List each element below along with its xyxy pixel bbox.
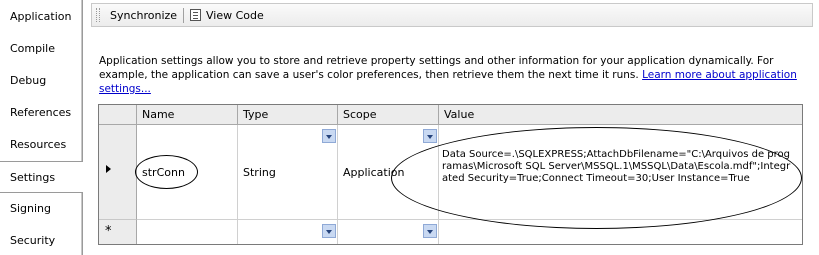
tab-settings[interactable]: Settings <box>0 161 83 193</box>
setting-name: strConn <box>142 166 185 179</box>
current-row-arrow-icon <box>106 165 111 173</box>
tab-resources[interactable]: Resources <box>0 129 82 161</box>
setting-scope: Application <box>343 166 405 179</box>
new-scope-dropdown-button[interactable] <box>423 224 437 238</box>
grid-corner <box>99 105 137 125</box>
tab-references[interactable]: References <box>0 97 82 129</box>
setting-value: Data Source=.\SQLEXPRESS;AttachDbFilenam… <box>442 149 791 184</box>
new-type-dropdown-button[interactable] <box>322 224 336 238</box>
toolbar-grip[interactable] <box>96 8 100 22</box>
new-type-cell[interactable] <box>238 220 338 244</box>
tab-debug[interactable]: Debug <box>0 65 82 97</box>
toolbar-separator <box>183 8 184 23</box>
tab-application[interactable]: Application <box>0 1 82 33</box>
new-value-cell[interactable] <box>439 220 802 244</box>
synchronize-button[interactable]: Synchronize <box>110 8 177 24</box>
settings-panel: Synchronize View Code Application settin… <box>82 0 819 255</box>
settings-toolbar: Synchronize View Code <box>91 3 813 27</box>
setting-type: String <box>243 166 276 179</box>
scope-dropdown-button[interactable] <box>423 129 437 143</box>
property-tabs-sidebar: Application Compile Debug References Res… <box>0 0 83 255</box>
name-cell[interactable]: strConn <box>137 125 238 220</box>
settings-description: Application settings allow you to store … <box>99 54 799 96</box>
row-selector[interactable] <box>99 125 137 220</box>
column-header-name[interactable]: Name <box>137 105 238 125</box>
tab-security[interactable]: Security <box>0 225 82 255</box>
type-dropdown-button[interactable] <box>322 129 336 143</box>
scope-cell[interactable]: Application <box>338 125 439 220</box>
view-code-button[interactable]: View Code <box>206 8 264 24</box>
new-row-selector[interactable]: * <box>99 220 137 244</box>
settings-grid: Name Type Scope Value strConn String App… <box>98 104 803 245</box>
column-header-value[interactable]: Value <box>439 105 802 125</box>
column-header-scope[interactable]: Scope <box>338 105 439 125</box>
type-cell[interactable]: String <box>238 125 338 220</box>
column-header-type[interactable]: Type <box>238 105 338 125</box>
tab-signing[interactable]: Signing <box>0 193 82 225</box>
new-row-marker: * <box>105 224 112 239</box>
view-code-icon[interactable] <box>190 9 201 21</box>
new-name-cell[interactable] <box>137 220 238 244</box>
new-scope-cell[interactable] <box>338 220 439 244</box>
tab-compile[interactable]: Compile <box>0 33 82 65</box>
